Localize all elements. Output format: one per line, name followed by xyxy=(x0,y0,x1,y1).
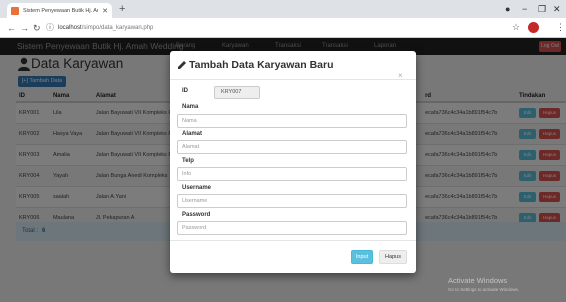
new-tab-icon[interactable]: + xyxy=(119,2,125,16)
password-label: Password xyxy=(182,212,211,218)
alamat-label: Alamat xyxy=(182,131,203,137)
reload-icon[interactable]: ↻ xyxy=(33,22,41,34)
id-label: ID xyxy=(182,88,188,94)
add-employee-modal: Tambah Data Karyawan Baru × ID KRY007 Na… xyxy=(170,51,416,273)
forward-icon[interactable]: → xyxy=(20,22,29,34)
info-icon[interactable]: ⓘ xyxy=(46,22,54,34)
back-icon[interactable]: ← xyxy=(7,22,16,34)
minimize-icon[interactable]: − xyxy=(522,2,527,16)
modal-footer: Input Hapus xyxy=(170,240,416,273)
nama-label: Nama xyxy=(182,104,199,110)
url-field[interactable]: localhost/simpo/data_karyawan.php xyxy=(58,22,153,34)
tab-title: Sistem Penyewaan Butik Hj. Amal xyxy=(23,7,99,14)
modal-close-icon[interactable]: × xyxy=(398,72,403,80)
address-bar-row: ← → ↻ ⓘ localhost/simpo/data_karyawan.ph… xyxy=(0,18,566,38)
url-path: /simpo/data_karyawan.php xyxy=(81,25,154,31)
alamat-input[interactable] xyxy=(177,140,407,154)
nama-input[interactable] xyxy=(177,114,407,128)
submit-button[interactable]: Input xyxy=(351,250,373,264)
record-icon: ● xyxy=(505,4,511,14)
tab-close-icon[interactable]: ✕ xyxy=(102,7,108,15)
favicon-icon xyxy=(11,6,19,15)
close-window-icon[interactable]: ✕ xyxy=(553,2,561,16)
browser-tab[interactable]: Sistem Penyewaan Butik Hj. Amal ✕ xyxy=(7,3,112,18)
telp-label: Telp xyxy=(182,158,194,164)
id-field: KRY007 xyxy=(214,86,260,99)
username-label: Username xyxy=(182,185,212,191)
cancel-button[interactable]: Hapus xyxy=(379,250,407,264)
browser-tab-bar: Sistem Penyewaan Butik Hj. Amal ✕ + ● − … xyxy=(0,0,566,18)
watermark-title: Activate Windows xyxy=(448,276,508,285)
avatar[interactable] xyxy=(528,22,539,33)
pencil-icon xyxy=(178,61,186,69)
star-icon[interactable]: ☆ xyxy=(512,21,520,34)
watermark-subtitle: Go to Settings to activate Windows. xyxy=(448,287,520,292)
url-host: localhost xyxy=(58,25,82,31)
restore-icon[interactable]: ❐ xyxy=(538,2,546,16)
menu-dots-icon[interactable]: ⋮ xyxy=(556,21,565,34)
modal-title: Tambah Data Karyawan Baru xyxy=(189,59,334,71)
telp-input[interactable] xyxy=(177,167,407,181)
windows-activation-watermark: Activate Windows Go to Settings to activ… xyxy=(448,276,519,294)
password-input[interactable] xyxy=(177,221,407,235)
username-input[interactable] xyxy=(177,194,407,208)
modal-header: Tambah Data Karyawan Baru × xyxy=(170,51,416,80)
